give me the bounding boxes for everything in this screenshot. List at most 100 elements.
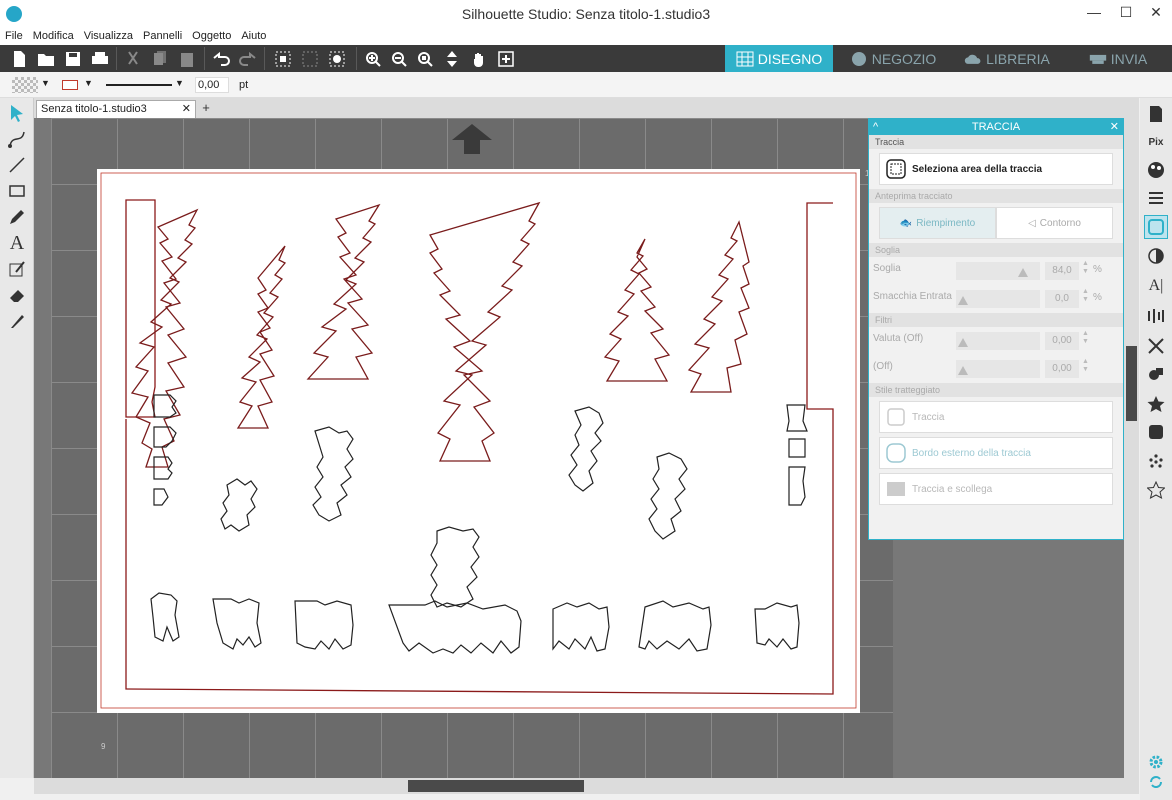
text-tool-icon[interactable]: A	[6, 232, 28, 254]
filter-low-slider[interactable]	[956, 360, 1040, 378]
cut-icon[interactable]	[122, 48, 144, 70]
save-icon[interactable]	[62, 48, 84, 70]
preview-fill-button[interactable]: 🐟 Riempimento	[879, 207, 996, 239]
line-tool-icon[interactable]	[6, 154, 28, 176]
line-style-icon[interactable]	[1144, 186, 1168, 210]
modify-icon[interactable]	[1144, 362, 1168, 386]
fit-page-icon[interactable]	[441, 48, 463, 70]
trace-outer-edge-button[interactable]: Bordo esterno della traccia	[879, 437, 1113, 469]
despeckle-spinner-icon[interactable]: ▲ ▼	[1082, 288, 1089, 304]
close-panel-icon[interactable]: ✕	[1110, 119, 1119, 135]
fill-color-icon[interactable]	[1144, 158, 1168, 182]
line-style-selector[interactable]	[106, 84, 172, 86]
menu-modifica[interactable]: Modifica	[28, 29, 79, 43]
sync-icon[interactable]	[1144, 770, 1168, 794]
paste-icon[interactable]	[176, 48, 198, 70]
rectangle-tool-icon[interactable]	[6, 180, 28, 202]
trace-button[interactable]: Traccia	[879, 401, 1113, 433]
vertical-scroll-thumb[interactable]	[1126, 346, 1137, 421]
threshold-slider-knob[interactable]	[1018, 268, 1029, 277]
pan-hand-icon[interactable]	[468, 48, 490, 70]
replicate-icon[interactable]	[1144, 334, 1168, 358]
close-button[interactable]: ✕	[1140, 0, 1172, 26]
document-tab[interactable]: Senza titolo-1.studio3 ✕	[36, 100, 196, 118]
stroke-color-swatch[interactable]	[62, 80, 78, 90]
filter-low-label: (Off)	[873, 361, 893, 372]
undo-icon[interactable]	[210, 48, 232, 70]
offset-star-icon[interactable]	[1144, 392, 1168, 416]
zoom-selection-icon[interactable]	[414, 48, 436, 70]
filter-low-slider-knob[interactable]	[958, 366, 968, 375]
menu-oggetto[interactable]: Oggetto	[187, 29, 236, 43]
copy-icon[interactable]	[149, 48, 171, 70]
line-width-input[interactable]: 0,00	[195, 77, 229, 93]
tab-negozio[interactable]: NEGOZIO	[838, 45, 948, 72]
new-document-icon[interactable]	[8, 48, 30, 70]
select-all-icon[interactable]	[272, 48, 294, 70]
zoom-in-icon[interactable]	[362, 48, 384, 70]
menu-file[interactable]: File	[0, 29, 28, 43]
vertical-scrollbar[interactable]	[1124, 98, 1139, 778]
preview-outline-label: Contorno	[1039, 217, 1081, 229]
preview-outline-button[interactable]: ◁ Contorno	[996, 207, 1113, 239]
close-tab-icon[interactable]: ✕	[182, 102, 191, 115]
chevron-down-icon[interactable]: ▼	[84, 78, 93, 88]
horizontal-scrollbar[interactable]	[34, 778, 1139, 794]
knife-icon[interactable]	[6, 310, 28, 332]
threshold-value[interactable]: 84,0	[1045, 262, 1079, 280]
traced-artwork[interactable]	[97, 169, 860, 713]
pixscan-icon[interactable]: Pix	[1144, 130, 1168, 154]
zoom-out-icon[interactable]	[388, 48, 410, 70]
filter-high-spinner-icon[interactable]: ▲ ▼	[1082, 330, 1089, 346]
menu-pannelli[interactable]: Pannelli	[138, 29, 187, 43]
despeckle-slider[interactable]	[956, 290, 1040, 308]
select-trace-area-button[interactable]: Seleziona area della traccia	[879, 153, 1113, 185]
filter-high-slider-knob[interactable]	[958, 338, 968, 347]
menu-aiuto[interactable]: Aiuto	[236, 29, 271, 43]
deselect-icon[interactable]	[299, 48, 321, 70]
chevron-down-icon[interactable]: ▼	[175, 78, 184, 88]
minimize-button[interactable]: —	[1078, 0, 1110, 26]
threshold-slider[interactable]	[956, 262, 1040, 280]
edit-points-icon[interactable]	[326, 48, 348, 70]
trace-panel-icon[interactable]	[1144, 215, 1168, 239]
pencil-tool-icon[interactable]	[6, 206, 28, 228]
tab-disegno-label: DISEGNO	[757, 50, 823, 67]
collapse-icon[interactable]: ^	[873, 119, 878, 135]
filter-high-value[interactable]: 0,00	[1045, 332, 1079, 350]
fill-pattern-swatch[interactable]	[12, 77, 38, 93]
maximize-button[interactable]: ☐	[1110, 0, 1142, 26]
tab-libreria[interactable]: LIBRERIA	[952, 45, 1062, 72]
point-edit-icon[interactable]	[6, 128, 28, 150]
draw-shape-icon[interactable]	[6, 258, 28, 280]
add-page-icon[interactable]	[495, 48, 517, 70]
favorites-star-icon[interactable]	[1144, 478, 1168, 502]
despeckle-slider-knob[interactable]	[958, 296, 968, 305]
despeckle-value[interactable]: 0,0	[1045, 290, 1079, 308]
open-folder-icon[interactable]	[35, 48, 57, 70]
align-icon[interactable]	[1144, 304, 1168, 328]
trace-and-detach-button[interactable]: Traccia e scollega	[879, 473, 1113, 505]
contrast-icon[interactable]	[1144, 244, 1168, 268]
tab-disegno[interactable]: DISEGNO	[725, 45, 833, 72]
select-arrow-icon[interactable]	[6, 102, 28, 124]
eraser-icon[interactable]	[6, 284, 28, 306]
trace-and-detach-label: Traccia e scollega	[912, 483, 993, 495]
menu-visualizza[interactable]: Visualizza	[79, 29, 138, 43]
library-store-icon[interactable]	[1144, 420, 1168, 444]
redo-icon[interactable]	[237, 48, 259, 70]
print-icon[interactable]	[89, 48, 111, 70]
fish-outline-icon: ◁	[1028, 217, 1036, 229]
horizontal-scroll-thumb[interactable]	[408, 780, 584, 792]
tab-invia[interactable]: INVIA	[1066, 45, 1170, 72]
add-tab-button[interactable]: +	[198, 101, 214, 117]
filter-high-slider[interactable]	[956, 332, 1040, 350]
text-style-icon[interactable]: A|	[1144, 274, 1168, 298]
filter-low-spinner-icon[interactable]: ▲ ▼	[1082, 358, 1089, 374]
section-filtri: Filtri	[869, 313, 1123, 327]
page-setup-icon[interactable]	[1144, 102, 1168, 126]
threshold-spinner-icon[interactable]: ▲ ▼	[1082, 260, 1089, 276]
filter-low-value[interactable]: 0,00	[1045, 360, 1079, 378]
rhinestone-icon[interactable]	[1144, 450, 1168, 474]
chevron-down-icon[interactable]: ▼	[41, 78, 50, 88]
